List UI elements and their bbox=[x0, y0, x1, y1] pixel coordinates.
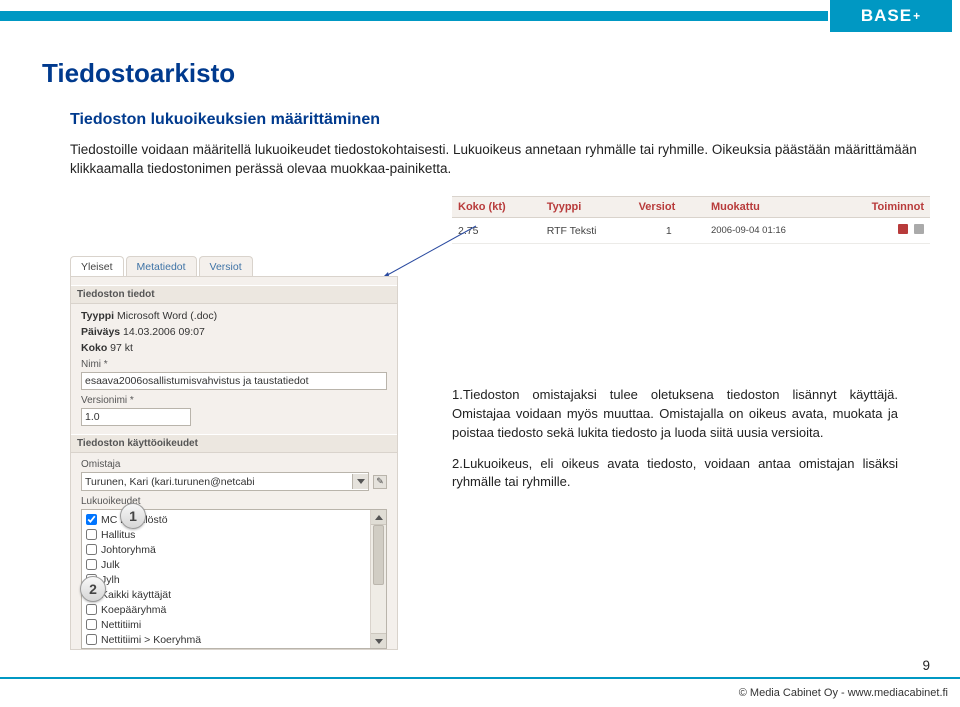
value-koko: 97 kt bbox=[110, 342, 133, 354]
tab-metatiedot[interactable]: Metatiedot bbox=[126, 256, 197, 276]
scroll-up-icon[interactable] bbox=[371, 510, 386, 525]
edit-icon[interactable] bbox=[898, 224, 908, 234]
section-permissions: Tiedoston käyttöoikeudet bbox=[71, 434, 397, 453]
col-tyyppi: Tyyppi bbox=[541, 197, 633, 218]
label-paivays: Päiväys bbox=[81, 326, 120, 338]
group-checkbox[interactable] bbox=[86, 604, 97, 615]
callout-badge-1: 1 bbox=[120, 503, 146, 529]
file-table: Koko (kt) Tyyppi Versiot Muokattu Toimin… bbox=[452, 196, 930, 244]
omistaja-select[interactable]: Turunen, Kari (kari.turunen@netcabi bbox=[81, 472, 369, 491]
chevron-down-icon bbox=[352, 474, 368, 489]
group-option[interactable]: Nettitiimi > Koeryhmä bbox=[86, 632, 366, 647]
group-option[interactable]: Koepääryhmä bbox=[86, 602, 366, 617]
header-bar: BASE+ bbox=[0, 0, 960, 32]
group-label: Johtoryhmä bbox=[101, 544, 156, 556]
intro-text: Tiedostoille voidaan määritellä lukuoike… bbox=[70, 141, 918, 179]
footer-bar: © Media Cabinet Oy - www.mediacabinet.fi bbox=[0, 677, 960, 707]
scroll-down-icon[interactable] bbox=[371, 633, 386, 648]
listbox-scrollbar[interactable] bbox=[370, 510, 386, 648]
col-toiminnot: Toiminnot bbox=[834, 197, 930, 218]
tab-versiot[interactable]: Versiot bbox=[199, 256, 253, 276]
desc-para-2: 2.Lukuoikeus, eli oikeus avata tiedosto,… bbox=[452, 455, 898, 493]
brand-name: BASE bbox=[861, 6, 912, 26]
owner-action-icon[interactable]: ✎ bbox=[373, 475, 387, 489]
table-row: 2.75 RTF Teksti 1 2006-09-04 01:16 bbox=[452, 218, 930, 244]
group-option[interactable]: Hallitus bbox=[86, 527, 366, 542]
panel-body: Tiedoston tiedot Tyyppi Microsoft Word (… bbox=[70, 276, 398, 650]
cell-toiminnot bbox=[834, 218, 930, 244]
group-checkbox[interactable] bbox=[86, 529, 97, 540]
group-label: Koepääryhmä bbox=[101, 604, 166, 616]
group-option[interactable]: Johtoryhmä bbox=[86, 542, 366, 557]
nimi-input[interactable] bbox=[81, 372, 387, 390]
cell-muokattu: 2006-09-04 01:16 bbox=[705, 218, 834, 244]
row-paivays: Päiväys 14.03.2006 09:07 bbox=[81, 326, 387, 338]
header-accent bbox=[0, 11, 828, 21]
file-properties-panel: Yleiset Metatiedot Versiot Tiedoston tie… bbox=[70, 256, 398, 650]
page-subtitle: Tiedoston lukuoikeuksien määrittäminen bbox=[70, 111, 918, 129]
group-label: Nettitiimi bbox=[101, 619, 141, 631]
label-koko: Koko bbox=[81, 342, 107, 354]
page-number: 9 bbox=[922, 658, 930, 673]
cell-versiot: 1 bbox=[633, 218, 705, 244]
group-checkbox[interactable] bbox=[86, 634, 97, 645]
brand-logo: BASE+ bbox=[830, 0, 952, 32]
value-tyyppi: Microsoft Word (.doc) bbox=[117, 310, 217, 322]
delete-icon[interactable] bbox=[914, 224, 924, 234]
group-option[interactable]: Kaikki käyttäjät bbox=[86, 587, 366, 602]
group-option[interactable]: Jylh bbox=[86, 572, 366, 587]
page-title: Tiedostoarkisto bbox=[42, 58, 918, 89]
cell-tyyppi: RTF Teksti bbox=[541, 218, 633, 244]
group-checkbox[interactable] bbox=[86, 514, 97, 525]
scroll-thumb[interactable] bbox=[373, 525, 384, 585]
group-checkbox[interactable] bbox=[86, 544, 97, 555]
section-file-info: Tiedoston tiedot bbox=[71, 285, 397, 304]
col-muokattu: Muokattu bbox=[705, 197, 834, 218]
row-tyyppi: Tyyppi Microsoft Word (.doc) bbox=[81, 310, 387, 322]
label-tyyppi: Tyyppi bbox=[81, 310, 114, 322]
tab-yleiset[interactable]: Yleiset bbox=[70, 256, 124, 276]
group-label: Nettitiimi > Koeryhmä bbox=[101, 634, 201, 646]
group-option[interactable]: Nettitiimi bbox=[86, 617, 366, 632]
col-koko: Koko (kt) bbox=[452, 197, 541, 218]
callout-badge-2: 2 bbox=[80, 576, 106, 602]
group-label: Printtitiimi bbox=[101, 649, 147, 650]
lukuoikeudet-listbox[interactable]: MC henkilöstöHallitusJohtoryhmäJulkJylhK… bbox=[81, 509, 387, 649]
group-option[interactable]: Julk bbox=[86, 557, 366, 572]
tab-bar: Yleiset Metatiedot Versiot bbox=[70, 256, 398, 276]
brand-plus: + bbox=[913, 9, 921, 23]
col-versiot: Versiot bbox=[633, 197, 705, 218]
label-nimi: Nimi * bbox=[81, 359, 387, 370]
omistaja-value: Turunen, Kari (kari.turunen@netcabi bbox=[85, 476, 255, 488]
group-checkbox[interactable] bbox=[86, 559, 97, 570]
label-versionimi: Versionimi * bbox=[81, 395, 387, 406]
value-paivays: 14.03.2006 09:07 bbox=[123, 326, 205, 338]
footer-text: © Media Cabinet Oy - www.mediacabinet.fi bbox=[739, 687, 948, 699]
cell-koko: 2.75 bbox=[452, 218, 541, 244]
group-label: Hallitus bbox=[101, 529, 135, 541]
description-block: 1.Tiedoston omistajaksi tulee oletuksena… bbox=[452, 386, 898, 504]
group-label: Julk bbox=[101, 559, 120, 571]
row-koko: Koko 97 kt bbox=[81, 342, 387, 354]
group-checkbox[interactable] bbox=[86, 619, 97, 630]
group-option[interactable]: Printtitiimi bbox=[86, 647, 366, 649]
versionimi-input[interactable] bbox=[81, 408, 191, 426]
label-omistaja: Omistaja bbox=[81, 459, 387, 470]
desc-para-1: 1.Tiedoston omistajaksi tulee oletuksena… bbox=[452, 386, 898, 443]
group-label: Kaikki käyttäjät bbox=[101, 589, 171, 601]
